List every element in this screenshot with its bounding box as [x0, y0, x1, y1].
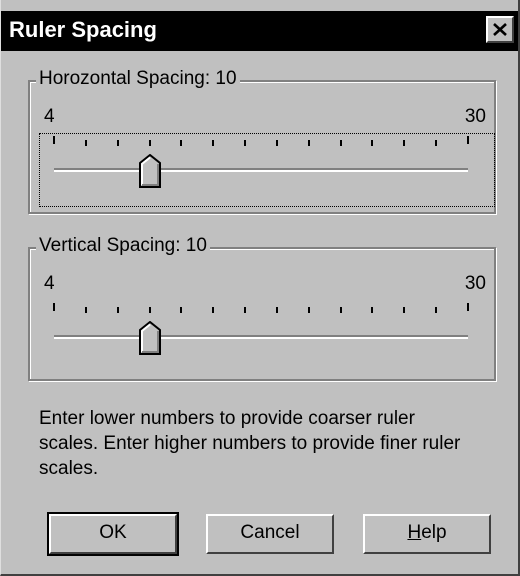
tick-mark	[435, 307, 438, 313]
tick-mark	[435, 140, 438, 146]
tick-mark	[84, 140, 87, 146]
tick-mark	[275, 140, 278, 146]
tick-mark	[148, 307, 151, 313]
tick-mark	[116, 140, 119, 146]
tick-mark	[403, 140, 406, 146]
close-button[interactable]	[486, 16, 514, 43]
horizontal-spacing-slider[interactable]: 4 30	[39, 106, 495, 207]
tick-mark	[212, 140, 215, 146]
tick-mark	[148, 140, 151, 146]
slider-thumb-icon	[138, 153, 161, 188]
vertical-spacing-slider[interactable]: 4 30	[40, 273, 494, 373]
slider-thumb-icon	[138, 320, 161, 355]
ok-button[interactable]: OK	[47, 512, 179, 556]
horizontal-slider-track	[54, 168, 468, 172]
tick-mark	[275, 307, 278, 313]
tick-mark	[53, 303, 55, 311]
tick-mark	[84, 307, 87, 313]
vertical-min-label: 4	[44, 273, 55, 294]
vertical-max-label: 30	[464, 273, 486, 294]
dialog-title: Ruler Spacing	[9, 17, 157, 42]
ruler-spacing-dialog: Ruler Spacing Horozontal Spacing: 10 4 3…	[0, 0, 520, 576]
title-bar[interactable]: Ruler Spacing	[1, 11, 518, 51]
tick-mark	[403, 307, 406, 313]
help-button[interactable]: Help	[363, 514, 491, 554]
tick-mark	[244, 140, 247, 146]
tick-mark	[339, 307, 342, 313]
tick-mark	[212, 307, 215, 313]
tick-mark	[307, 307, 310, 313]
horizontal-spacing-group: Horozontal Spacing: 10 4 30	[28, 68, 496, 214]
tick-mark	[371, 307, 374, 313]
vertical-spacing-group: Vertical Spacing: 10 4 30	[28, 235, 496, 381]
horizontal-slider-thumb[interactable]	[138, 153, 161, 188]
tick-mark	[467, 136, 469, 144]
tick-mark	[180, 140, 183, 146]
cancel-button[interactable]: Cancel	[206, 514, 334, 554]
horizontal-spacing-label: Horozontal Spacing: 10	[36, 68, 240, 90]
help-text: Enter lower numbers to provide coarser r…	[39, 408, 461, 479]
horizontal-min-label: 4	[44, 106, 55, 127]
tick-mark	[116, 307, 119, 313]
horizontal-max-label: 30	[464, 106, 486, 127]
help-mnemonic: H	[407, 522, 422, 543]
tick-mark	[339, 140, 342, 146]
close-icon	[493, 23, 507, 36]
tick-mark	[53, 136, 55, 144]
vertical-slider-track	[54, 335, 468, 339]
tick-mark	[371, 140, 374, 146]
tick-mark	[244, 307, 247, 313]
tick-mark	[467, 303, 469, 311]
tick-mark	[180, 307, 183, 313]
vertical-slider-thumb[interactable]	[138, 320, 161, 355]
help-label-rest: elp	[421, 522, 447, 543]
tick-mark	[307, 140, 310, 146]
vertical-spacing-label: Vertical Spacing: 10	[36, 235, 210, 257]
